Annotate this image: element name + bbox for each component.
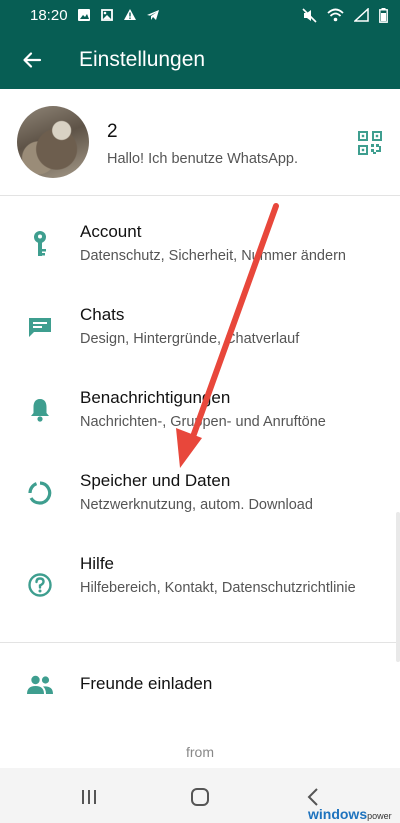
chevron-left-icon [307, 788, 318, 806]
menu-item-invite-friends[interactable]: Freunde einladen [0, 650, 400, 720]
wifi-icon [327, 8, 344, 22]
scrollbar[interactable] [396, 512, 400, 662]
signal-icon [354, 8, 369, 22]
chat-icon [26, 313, 54, 341]
watermark-brand: windows [308, 806, 368, 822]
menu-item-subtitle: Design, Hintergründe, Chatverlauf [80, 331, 300, 347]
menu-item-title: Speicher und Daten [80, 471, 231, 490]
divider [0, 642, 400, 643]
menu-item-subtitle: Datenschutz, Sicherheit, Nummer ändern [80, 248, 346, 264]
from-label: from [186, 744, 214, 760]
avatar[interactable] [17, 106, 89, 178]
menu-item-title: Hilfe [80, 554, 115, 573]
profile-status: Hallo! Ich benutze WhatsApp. [107, 151, 299, 167]
menu-item-chats[interactable]: Chats Design, Hintergründe, Chatverlauf [0, 291, 400, 361]
profile-section[interactable] [0, 89, 400, 196]
page-title: Einstellungen [79, 47, 206, 71]
menu-item-help[interactable]: Hilfe Hilfebereich, Kontakt, Datenschutz… [0, 540, 400, 630]
profile-name: 2 [107, 121, 118, 142]
watermark-suffix: power [367, 811, 392, 821]
menu-item-subtitle: Nachrichten-, Gruppen- und Anruftöne [80, 414, 326, 430]
image-icon [77, 9, 90, 21]
telegram-icon [146, 10, 159, 20]
gallery-icon [100, 9, 113, 21]
watermark: windowspower [308, 806, 392, 822]
help-icon [26, 571, 54, 599]
home-button[interactable] [185, 782, 215, 812]
menu-item-title: Benachrichtigungen [80, 388, 231, 407]
app-bar: Einstellungen [0, 30, 400, 89]
arrow-back-icon [23, 51, 42, 68]
data-usage-icon [26, 479, 54, 507]
menu-item-notifications[interactable]: Benachrichtigungen Nachrichten-, Gruppen… [0, 374, 400, 444]
home-icon [191, 788, 209, 806]
qr-code-icon [358, 131, 382, 155]
status-bar: 18:20 [0, 0, 400, 30]
menu-item-title: Chats [80, 305, 125, 324]
alert-icon [123, 9, 136, 20]
key-icon [26, 230, 54, 258]
menu-item-subtitle: Hilfebereich, Kontakt, Datenschutzrichtl… [80, 580, 356, 596]
battery-icon [379, 7, 388, 23]
menu-item-storage-data[interactable]: Speicher und Daten Netzwerknutzung, auto… [0, 457, 400, 527]
recent-apps-button[interactable] [74, 782, 104, 812]
mute-icon [302, 7, 317, 23]
recent-apps-icon [82, 790, 96, 804]
qr-code-button[interactable] [357, 130, 383, 156]
menu-item-account[interactable]: Account Datenschutz, Sicherheit, Nummer … [0, 208, 400, 278]
menu-item-title: Account [80, 222, 142, 241]
back-button[interactable] [0, 30, 64, 89]
bell-icon [26, 396, 54, 424]
menu-item-title: Freunde einladen [80, 674, 213, 693]
clock: 18:20 [30, 6, 68, 24]
menu-item-subtitle: Netzwerknutzung, autom. Download [80, 497, 313, 513]
people-icon [26, 671, 54, 699]
